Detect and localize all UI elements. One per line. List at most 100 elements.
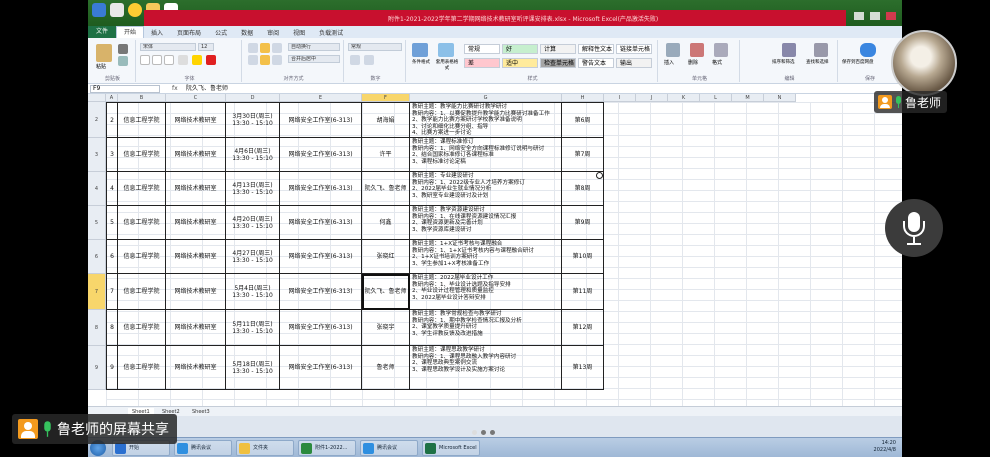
align-top-icon[interactable] (248, 43, 258, 53)
cell-place[interactable]: 网络安全工作室(6-313) (280, 102, 362, 138)
cell-place[interactable]: 网络安全工作室(6-313) (280, 346, 362, 390)
cell-office[interactable]: 网络技术教研室 (166, 310, 226, 346)
cell-teacher[interactable]: 张晓红 (362, 240, 410, 274)
align-bottom-icon[interactable] (272, 43, 282, 53)
conditional-format-icon[interactable] (412, 43, 428, 57)
column-header[interactable]: F (362, 94, 410, 102)
ribbon-tab[interactable]: 视图 (286, 28, 312, 37)
cell-content[interactable]: 教研主题：教学能力比赛研讨教学研讨 教研内容：1、以赛促教提升教学能力比赛研讨准… (410, 102, 562, 138)
cell-office[interactable]: 网络技术教研室 (166, 240, 226, 274)
cell-week[interactable]: 第6周 (562, 102, 604, 138)
taskbar-item[interactable]: 腾讯会议 (174, 440, 232, 456)
cell-content[interactable]: 教研主题：课程思政教学研讨 教研内容：1、课程思政融入教学内容研讨 2、课程思政… (410, 346, 562, 390)
cell-style-option[interactable]: 链接单元格 (616, 44, 652, 54)
delete-cells-label[interactable]: 删除 (688, 59, 698, 66)
cell-dept[interactable]: 信息工程学院 (118, 240, 166, 274)
paste-icon[interactable] (96, 44, 112, 62)
cell-dept[interactable]: 信息工程学院 (118, 102, 166, 138)
microphone-button[interactable] (885, 199, 943, 257)
cell-office[interactable]: 网络技术教研室 (166, 346, 226, 390)
paste-label[interactable]: 粘贴 (96, 63, 106, 70)
cell-time[interactable]: 4月27日(周三) 13:30 - 15:10 (226, 240, 280, 274)
cell-week[interactable]: 第13周 (562, 346, 604, 390)
cell-no[interactable]: 6 (106, 240, 118, 274)
cell-time[interactable]: 5月11日(周三) 13:30 - 15:10 (226, 310, 280, 346)
sort-filter-icon[interactable] (782, 43, 796, 57)
select-all-corner[interactable] (88, 94, 106, 102)
cell-teacher[interactable]: 许平 (362, 138, 410, 172)
close-button[interactable] (886, 12, 896, 20)
cell-office[interactable]: 网络技术教研室 (166, 138, 226, 172)
column-header[interactable]: N (764, 94, 796, 102)
ribbon-tab[interactable]: 插入 (144, 28, 170, 37)
cell-no[interactable]: 9 (106, 346, 118, 390)
cell-week[interactable]: 第10周 (562, 240, 604, 274)
row-header[interactable]: 6 (88, 240, 106, 274)
cell-style-option[interactable]: 计算 (540, 44, 576, 54)
page-indicator[interactable] (472, 430, 495, 435)
name-box[interactable]: F9 (90, 85, 160, 93)
cell-teacher[interactable]: 胡海娟 (362, 102, 410, 138)
ribbon-tab[interactable]: 负载测试 (312, 28, 350, 37)
column-header[interactable]: I (604, 94, 636, 102)
column-header[interactable]: M (732, 94, 764, 102)
column-header[interactable]: C (166, 94, 226, 102)
taskbar-item[interactable]: Microsoft Excel (422, 440, 480, 456)
row-header[interactable]: 4 (88, 172, 106, 206)
find-select-icon[interactable] (814, 43, 828, 57)
font-name-select[interactable]: 宋体 (140, 43, 196, 51)
cell-week[interactable]: 第7周 (562, 138, 604, 172)
row-header[interactable]: 2 (88, 102, 106, 138)
cell-style-option[interactable]: 解释性文本 (578, 44, 614, 54)
cell-teacher[interactable]: 张晓宇 (362, 310, 410, 346)
cell-time[interactable]: 4月13日(周三) 13:30 - 15:10 (226, 172, 280, 206)
cell-week[interactable]: 第11周 (562, 274, 604, 310)
cell-place[interactable]: 网络安全工作室(6-313) (280, 138, 362, 172)
delete-cells-icon[interactable] (690, 43, 704, 57)
cell-teacher[interactable]: 阮久飞、鲁老师 (362, 274, 410, 310)
cell-content[interactable]: 教研主题：课程标准修订 教研内容：1、网络安全方向课程标准修订说明与研讨 2、结… (410, 138, 562, 172)
format-cells-label[interactable]: 格式 (712, 59, 722, 66)
fill-color-icon[interactable] (192, 55, 202, 65)
ribbon-tab[interactable]: 文件 (88, 26, 117, 38)
sheet-tab[interactable]: Sheet3 (188, 408, 214, 416)
undo-icon[interactable] (110, 3, 124, 17)
cell-place[interactable]: 网络安全工作室(6-313) (280, 172, 362, 206)
cell-content[interactable]: 教研主题：1+X证书考核与课程融合 教研内容：1、1+X证书考核内容与课程融合研… (410, 240, 562, 274)
row-header[interactable]: 3 (88, 138, 106, 172)
align-center-icon[interactable] (260, 55, 270, 65)
page-dot[interactable] (472, 430, 477, 435)
insert-cells-icon[interactable] (666, 43, 680, 57)
formula-input[interactable]: 阮久飞、鲁老师 (186, 84, 228, 94)
cell-time[interactable]: 5月4日(周三) 13:30 - 15:10 (226, 274, 280, 310)
cell-dept[interactable]: 信息工程学院 (118, 206, 166, 240)
maximize-button[interactable] (870, 12, 880, 20)
cell-office[interactable]: 网络技术教研室 (166, 274, 226, 310)
cell-no[interactable]: 4 (106, 172, 118, 206)
cell-content[interactable]: 教研主题：教学常规检查与教学研讨 教研内容：1、期中教学检查情况汇报及分析 2、… (410, 310, 562, 346)
cell-time[interactable]: 5月18日(周三) 13:30 - 15:10 (226, 346, 280, 390)
cell-no[interactable]: 8 (106, 310, 118, 346)
ribbon-tab[interactable]: 公式 (208, 28, 234, 37)
taskbar-item[interactable]: 腾讯会议 (360, 440, 418, 456)
cell-time[interactable]: 4月6日(周三) 13:30 - 15:10 (226, 138, 280, 172)
ribbon-tab[interactable]: 开始 (116, 26, 145, 38)
cell-style-option[interactable]: 好 (502, 44, 538, 54)
column-header[interactable]: H (562, 94, 604, 102)
column-header[interactable]: A (106, 94, 118, 102)
cell-place[interactable]: 网络安全工作室(6-313) (280, 206, 362, 240)
column-header[interactable]: E (280, 94, 362, 102)
cell-no[interactable]: 7 (106, 274, 118, 310)
italic-icon[interactable] (152, 55, 162, 65)
cell-content[interactable]: 教研主题：2022届毕业设计工作 教研内容：1、毕业设计选题及指导安排 2、毕业… (410, 274, 562, 310)
cell-teacher[interactable]: 鲁老师 (362, 346, 410, 390)
font-size-select[interactable]: 12 (198, 43, 214, 51)
cell-no[interactable]: 2 (106, 102, 118, 138)
column-header[interactable]: L (700, 94, 732, 102)
cut-icon[interactable] (118, 44, 128, 54)
cell-week[interactable]: 第9周 (562, 206, 604, 240)
cell-week[interactable]: 第12周 (562, 310, 604, 346)
cell-style-option[interactable]: 警告文本 (578, 58, 614, 68)
cell-style-option[interactable]: 常规 (464, 44, 500, 54)
bold-icon[interactable] (140, 55, 150, 65)
